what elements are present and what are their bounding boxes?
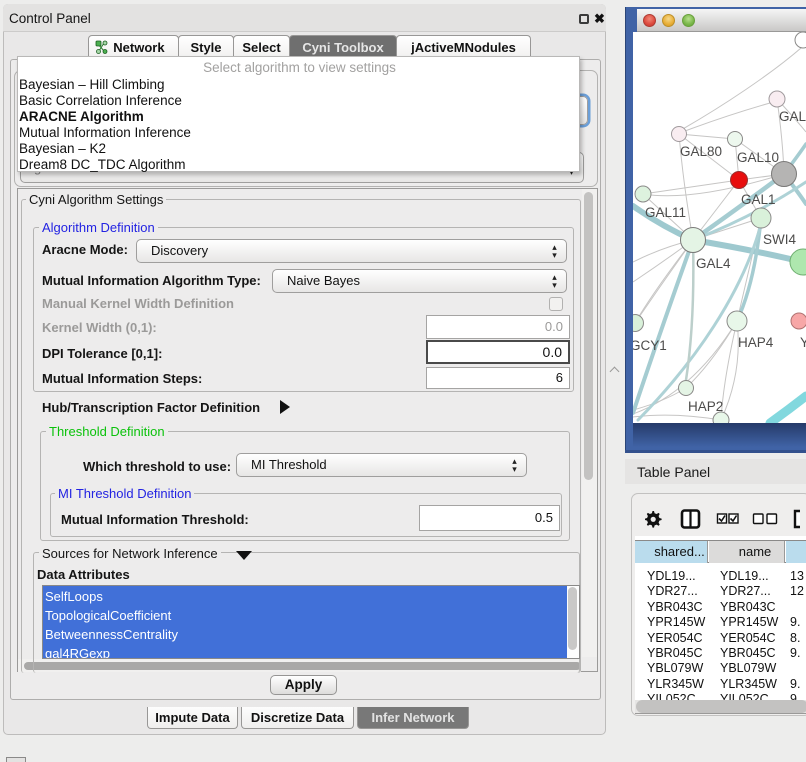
svg-text:SWI4: SWI4	[763, 232, 796, 247]
svg-text:GAL80: GAL80	[680, 144, 722, 159]
svg-text:GAL1: GAL1	[741, 192, 776, 207]
svg-text:Y: Y	[800, 335, 806, 350]
svg-text:GCY1: GCY1	[633, 338, 667, 353]
svg-text:GAL4: GAL4	[696, 256, 731, 271]
svg-text:GAL7: GAL7	[779, 109, 806, 124]
svg-text:HAP2: HAP2	[688, 399, 723, 414]
svg-text:HAP4: HAP4	[738, 335, 774, 350]
svg-text:GAL11: GAL11	[645, 205, 686, 220]
svg-text:GAL10: GAL10	[737, 150, 779, 165]
